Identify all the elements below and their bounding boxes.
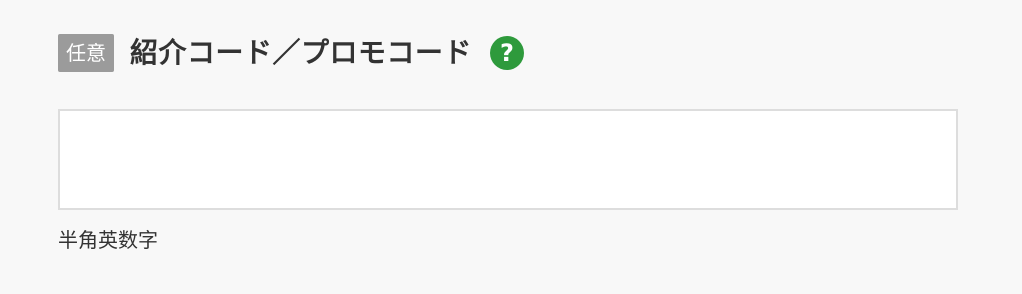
- help-question-icon[interactable]: ?: [490, 36, 525, 70]
- referral-code-input[interactable]: [58, 109, 958, 210]
- field-label-row: 任意 紹介コード／プロモコード ?: [58, 34, 958, 72]
- optional-badge: 任意: [58, 34, 114, 72]
- field-title: 紹介コード／プロモコード: [130, 36, 473, 69]
- referral-code-field: 任意 紹介コード／プロモコード ? 半角英数字: [58, 34, 958, 252]
- input-hint: 半角英数字: [58, 228, 158, 252]
- help-icon-glyph: ?: [500, 39, 514, 67]
